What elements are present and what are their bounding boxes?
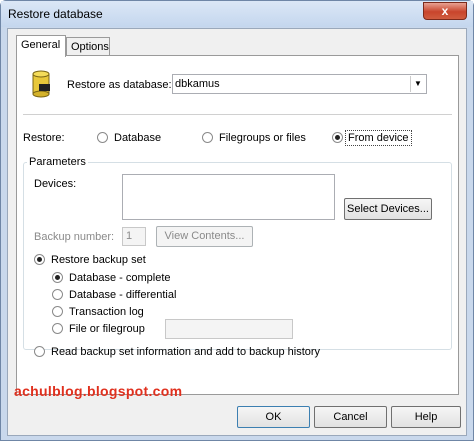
filegroup-input[interactable]: [165, 319, 293, 339]
view-contents-button[interactable]: View Contents...: [156, 226, 253, 247]
database-complete-label: Database - complete: [69, 272, 171, 284]
radio-from-device[interactable]: [332, 132, 343, 143]
radio-database[interactable]: [97, 132, 108, 143]
backup-number-label: Backup number:: [34, 231, 115, 243]
database-differential-label: Database - differential: [69, 289, 177, 301]
restore-as-select[interactable]: dbkamus ▼: [172, 74, 427, 94]
radio-restore-backup-set[interactable]: [34, 254, 45, 265]
help-button[interactable]: Help: [391, 406, 461, 428]
database-icon: [32, 70, 50, 98]
restore-database-window: Restore database x General Options Resto…: [0, 0, 474, 441]
transaction-log-label: Transaction log: [69, 306, 144, 318]
cancel-button[interactable]: Cancel: [314, 406, 387, 428]
title-bar[interactable]: Restore database x: [1, 1, 473, 27]
devices-list[interactable]: [122, 174, 335, 220]
general-panel: Restore as database: dbkamus ▼ Restore: …: [16, 55, 459, 395]
select-devices-button[interactable]: Select Devices...: [344, 198, 432, 220]
backup-number-input[interactable]: 1: [122, 227, 146, 246]
file-or-filegroup-label: File or filegroup: [69, 323, 145, 335]
radio-database-complete[interactable]: [52, 272, 63, 283]
radio-transaction-log[interactable]: [52, 306, 63, 317]
restore-as-value: dbkamus: [175, 78, 220, 90]
backup-number-value: 1: [126, 230, 133, 242]
separator: [23, 114, 452, 115]
tab-general[interactable]: General: [16, 35, 66, 57]
radio-from-device-label: From device: [345, 130, 412, 146]
radio-read-backup-info[interactable]: [34, 346, 45, 357]
restore-as-label: Restore as database:: [67, 79, 172, 91]
radio-file-or-filegroup[interactable]: [52, 323, 63, 334]
restore-backup-set-label: Restore backup set: [51, 254, 146, 266]
chevron-down-icon[interactable]: ▼: [410, 76, 425, 92]
radio-database-label: Database: [114, 132, 162, 144]
window-title: Restore database: [8, 7, 103, 21]
radio-filegroups[interactable]: [202, 132, 213, 143]
close-button[interactable]: x: [423, 2, 467, 20]
restore-label: Restore:: [23, 132, 65, 144]
devices-label: Devices:: [34, 178, 77, 190]
tab-options[interactable]: Options: [66, 37, 110, 57]
close-icon: x: [441, 4, 449, 18]
blog-watermark: achulblog.blogspot.com: [14, 383, 183, 399]
radio-filegroups-label: Filegroups or files: [219, 132, 306, 144]
parameters-legend: Parameters: [27, 156, 88, 168]
read-backup-info-label: Read backup set information and add to b…: [51, 346, 321, 358]
ok-button[interactable]: OK: [237, 406, 310, 428]
dialog-client: General Options Restore as database: dbk…: [7, 28, 467, 436]
radio-database-differential[interactable]: [52, 289, 63, 300]
